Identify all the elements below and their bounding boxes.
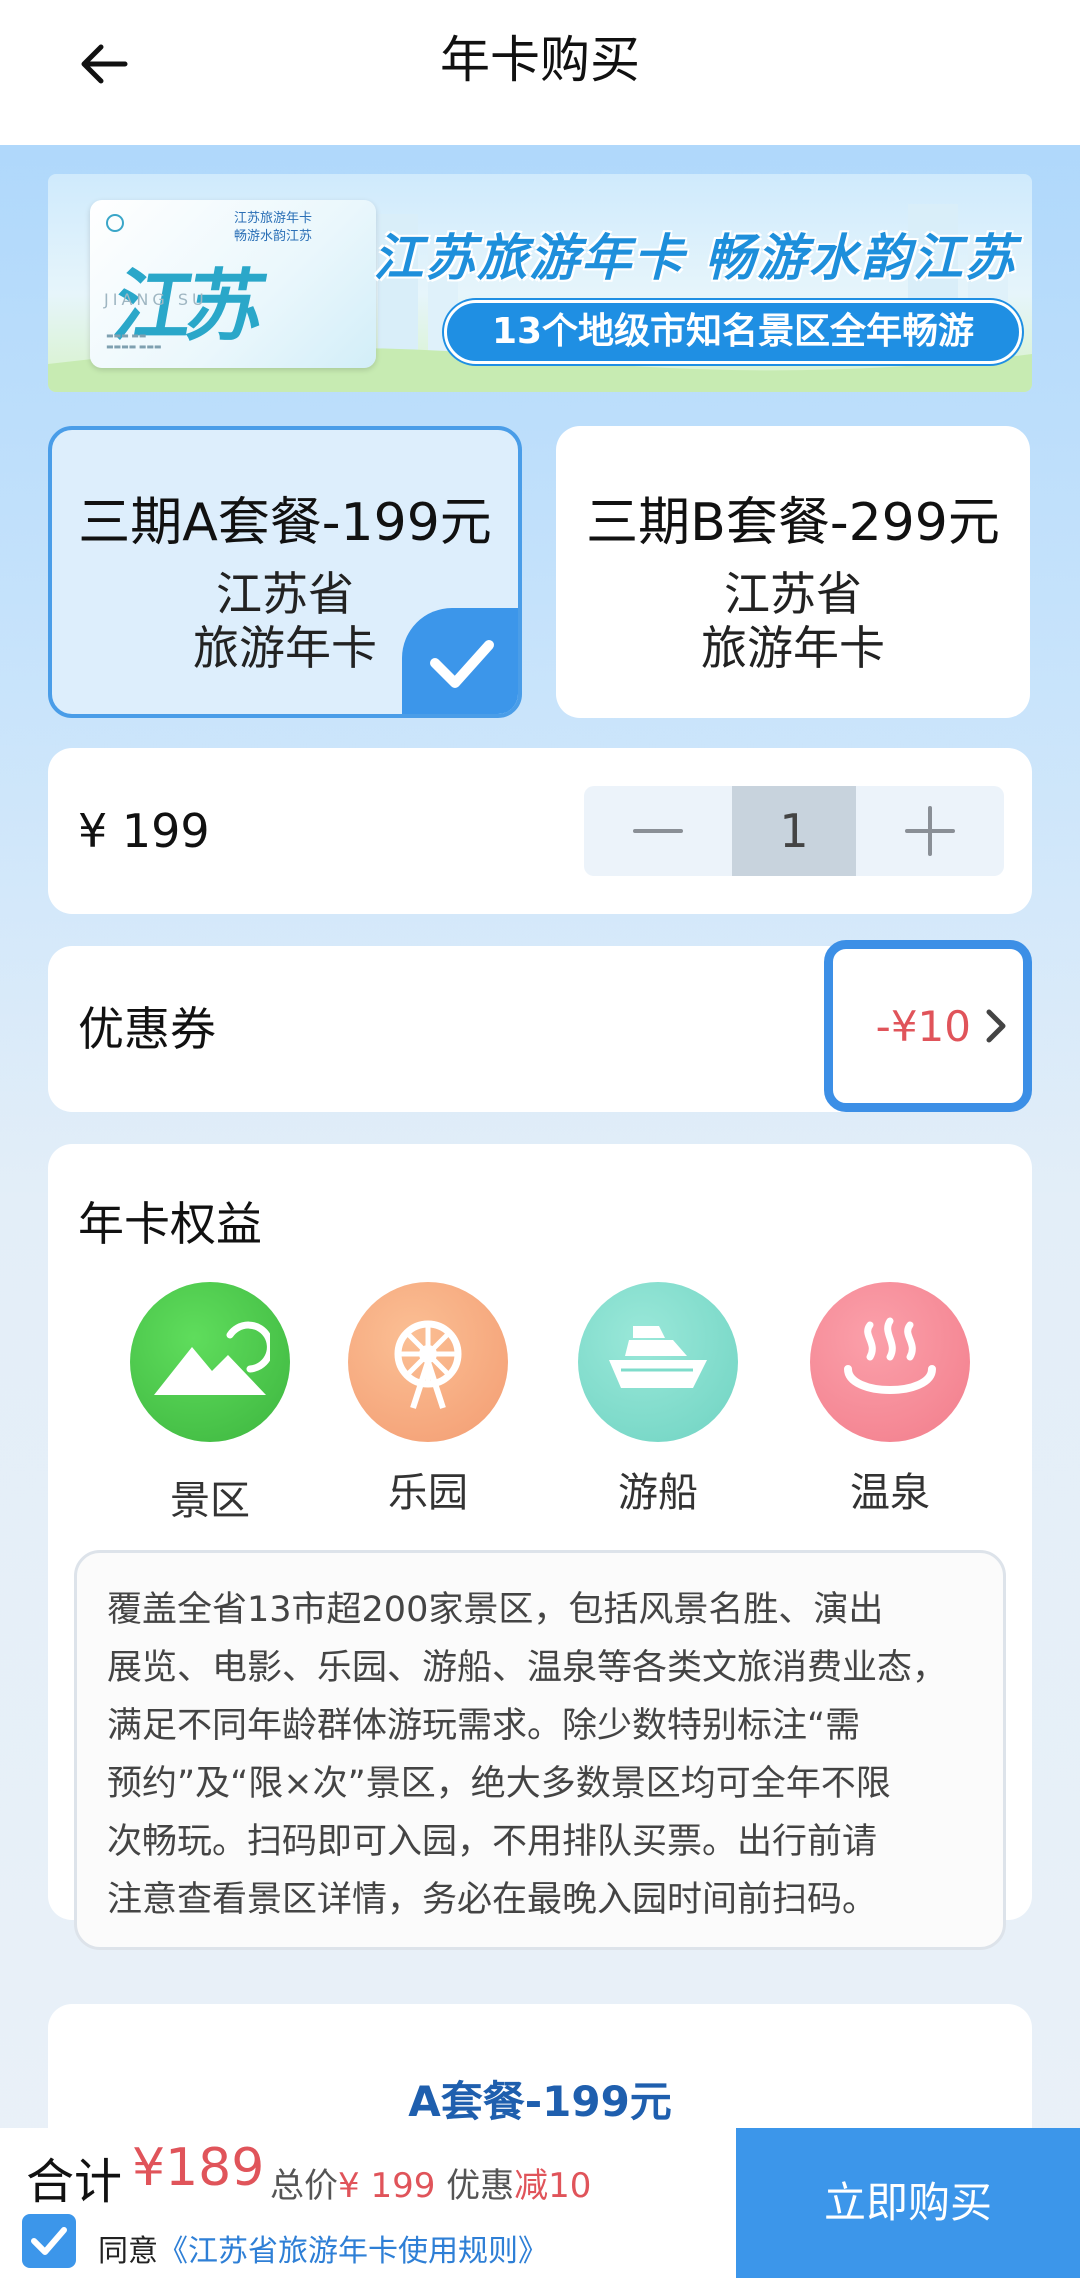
package-name: 三期B套餐-299元 bbox=[586, 493, 1000, 553]
top-bar: 年卡购买 bbox=[0, 0, 1080, 145]
selected-badge bbox=[402, 608, 518, 714]
card-pinyin: JIANG SU bbox=[104, 290, 208, 309]
benefit-icon-bg bbox=[130, 1282, 290, 1442]
coupon-selector[interactable]: -¥10 bbox=[824, 940, 1032, 1112]
checkmark-icon bbox=[430, 640, 494, 688]
description-line: 满足不同年龄群体游玩需求。除少数特别标注“需 bbox=[107, 1706, 861, 1746]
benefit-label: 游船 bbox=[618, 1470, 698, 1516]
card-logo-icon bbox=[106, 214, 124, 232]
package-line2: 旅游年卡 bbox=[701, 621, 885, 675]
package-line1: 江苏省 bbox=[724, 567, 862, 621]
ferris-wheel-icon bbox=[394, 1320, 462, 1409]
discount-value: 减10 bbox=[514, 2166, 592, 2206]
agree-prefix: 同意 bbox=[98, 2234, 158, 2269]
agree-checkbox[interactable] bbox=[22, 2214, 76, 2268]
rules-link[interactable]: 《江苏省旅游年卡使用规则》 bbox=[158, 2234, 548, 2269]
quantity-value[interactable]: 1 bbox=[732, 786, 856, 876]
benefits-title: 年卡权益 bbox=[78, 1197, 262, 1251]
benefits-card: 年卡权益 景区 乐园 游船 温泉 覆盖全省13市超200家景区，包括风景名胜、演… bbox=[48, 1144, 1032, 1950]
description-line: 覆盖全省13市超200家景区，包括风景名胜、演出 bbox=[107, 1590, 884, 1630]
benefit-label: 乐园 bbox=[388, 1470, 468, 1516]
package-name: 三期A套餐-199元 bbox=[78, 493, 492, 553]
card-top-text: 江苏旅游年卡 畅游水韵江苏 bbox=[208, 210, 338, 246]
quantity-stepper: 1 bbox=[584, 786, 1004, 876]
price-breakdown: 总价¥ 199 优惠减10 bbox=[270, 2158, 591, 2207]
total-price: ¥ 199 bbox=[338, 2166, 436, 2206]
increment-button[interactable] bbox=[856, 786, 1004, 876]
agreement-text: 同意《江苏省旅游年卡使用规则》 bbox=[98, 2226, 548, 2270]
chevron-right-icon bbox=[986, 1009, 1006, 1043]
page-title: 年卡购买 bbox=[440, 31, 640, 89]
hot-spring-icon bbox=[844, 1317, 936, 1394]
package-detail-title: A套餐-199元 bbox=[408, 2077, 672, 2126]
promo-banner[interactable]: 江苏旅游年卡 畅游水韵江苏 江苏 JIANG SU ▬▬▬ ▬▬ ▬▬▬▬ ▬▬▬… bbox=[48, 174, 1032, 392]
benefit-icon-bg bbox=[810, 1282, 970, 1442]
ship-icon bbox=[609, 1326, 707, 1388]
description-line: 预约”及“限×次”景区，绝大多数景区均可全年不限 bbox=[107, 1764, 891, 1804]
mountain-icon bbox=[154, 1321, 270, 1395]
benefit-item-hot-spring[interactable]: 温泉 bbox=[790, 1282, 990, 1518]
benefit-label: 景区 bbox=[170, 1478, 250, 1524]
benefit-label: 温泉 bbox=[850, 1470, 930, 1516]
unit-price: ¥ 199 bbox=[78, 804, 210, 858]
checkmark-icon bbox=[31, 2227, 67, 2255]
minus-icon bbox=[633, 829, 683, 833]
package-option-a[interactable]: 三期A套餐-199元 江苏省 旅游年卡 bbox=[48, 426, 522, 718]
coupon-amount: -¥10 bbox=[875, 1001, 971, 1051]
annual-card-image: 江苏旅游年卡 畅游水韵江苏 江苏 JIANG SU ▬▬▬ ▬▬ ▬▬▬▬ ▬▬▬ bbox=[90, 200, 376, 368]
discount-label: 优惠 bbox=[446, 2166, 515, 2206]
banner-headline: 江苏旅游年卡 畅游水韵江苏 bbox=[373, 229, 1017, 287]
quantity-card: ¥ 199 1 bbox=[48, 748, 1032, 914]
coupon-label: 优惠券 bbox=[78, 1002, 216, 1056]
card-title: 江苏旅游年卡 bbox=[233, 211, 312, 226]
decrement-button[interactable] bbox=[584, 786, 732, 876]
benefit-icons-row: 景区 乐园 游船 温泉 bbox=[48, 1282, 1032, 1524]
benefits-description: 覆盖全省13市超200家景区，包括风景名胜、演出 展览、电影、乐园、游船、温泉等… bbox=[74, 1550, 1006, 1950]
plus-icon bbox=[905, 806, 955, 856]
description-line: 次畅玩。扫码即可入园，不用排队买票。出行前请 bbox=[107, 1822, 878, 1862]
banner-subline: 13个地级市知名景区全年畅游 bbox=[444, 300, 1022, 364]
benefit-item-cruise[interactable]: 游船 bbox=[558, 1282, 758, 1518]
package-option-b[interactable]: 三期B套餐-299元 江苏省 旅游年卡 bbox=[556, 426, 1030, 718]
description-line: 注意查看景区详情，务必在最晚入园时间前扫码。 bbox=[107, 1880, 878, 1920]
benefit-item-scenic[interactable]: 景区 bbox=[110, 1282, 310, 1526]
benefit-icon-bg bbox=[578, 1282, 738, 1442]
coupon-row[interactable]: 优惠券 -¥10 bbox=[48, 940, 1032, 1112]
benefit-item-park[interactable]: 乐园 bbox=[328, 1282, 528, 1518]
description-line: 展览、电影、乐园、游船、温泉等各类文旅消费业态， bbox=[107, 1648, 948, 1688]
total-price-label: 总价 bbox=[270, 2166, 338, 2206]
buy-now-button[interactable]: 立即购买 bbox=[736, 2128, 1080, 2278]
card-fineprint: ▬▬▬ ▬▬ ▬▬▬▬ ▬▬▬ bbox=[106, 331, 162, 351]
checkout-bar: 合计 ¥189 总价¥ 199 优惠减10 同意《江苏省旅游年卡使用规则》 立即… bbox=[0, 2128, 1080, 2278]
benefit-icon-bg bbox=[348, 1282, 508, 1442]
total-label: 合计 bbox=[26, 2154, 123, 2210]
total-amount: ¥189 bbox=[132, 2138, 265, 2198]
